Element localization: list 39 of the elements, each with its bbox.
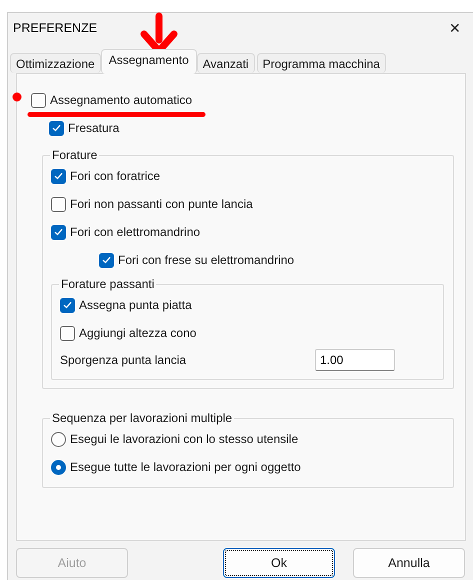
group-title: Forature passanti [60,277,156,291]
tab[interactable]: Programma macchina [256,53,386,73]
checkbox-label: Fori con frese su elettromandrino [118,253,294,267]
close-icon[interactable]: ✕ [445,20,465,36]
tab[interactable]: Ottimizzazione [10,53,101,73]
checkbox-label: Fori non passanti con punte lancia [70,197,253,211]
tab[interactable]: Assegnamento [100,49,197,74]
checkbox[interactable] [51,168,66,184]
checkbox-label: Aggiungi altezza cono [79,326,196,340]
checkbox-label: Assegna punta piatta [79,298,192,312]
checkbox-label: Assegnamento automatico [50,93,192,107]
check-icon [52,124,61,132]
group-title: Sequenza per lavorazioni multiple [51,411,234,425]
checkbox-label: Fori con elettromandrino [70,225,200,239]
checkbox[interactable] [99,252,114,268]
check-icon [54,228,63,236]
checkbox[interactable] [31,92,46,108]
field-label: Sporgenza punta lancia [60,353,186,367]
checkbox-label: Fresatura [68,121,120,135]
checkbox[interactable] [60,298,75,312]
check-icon [54,172,63,180]
checkbox-label: Fori con foratrice [70,169,160,183]
check-icon [102,256,111,264]
window-title: PREFERENZE [13,21,98,35]
radio-button[interactable] [51,432,66,446]
input-field[interactable]: 1.00 [315,349,395,371]
group-title: Forature [51,148,98,162]
checkbox[interactable] [51,196,66,212]
radio-label: Esegui le lavorazioni con lo stesso utensile [70,432,298,446]
radio-button[interactable] [51,460,66,474]
tab[interactable]: Avanzati [196,53,255,73]
check-icon [63,301,72,309]
dialog-button[interactable]: Annulla [353,548,465,578]
checkbox[interactable] [49,120,64,136]
radio-label: Esegue tutte le lavorazioni per ogni oggetto [70,460,301,474]
checkbox[interactable] [60,326,75,340]
dialog-button[interactable]: Ok [223,548,335,578]
dot-annotation [12,92,22,102]
checkbox[interactable] [51,224,66,240]
